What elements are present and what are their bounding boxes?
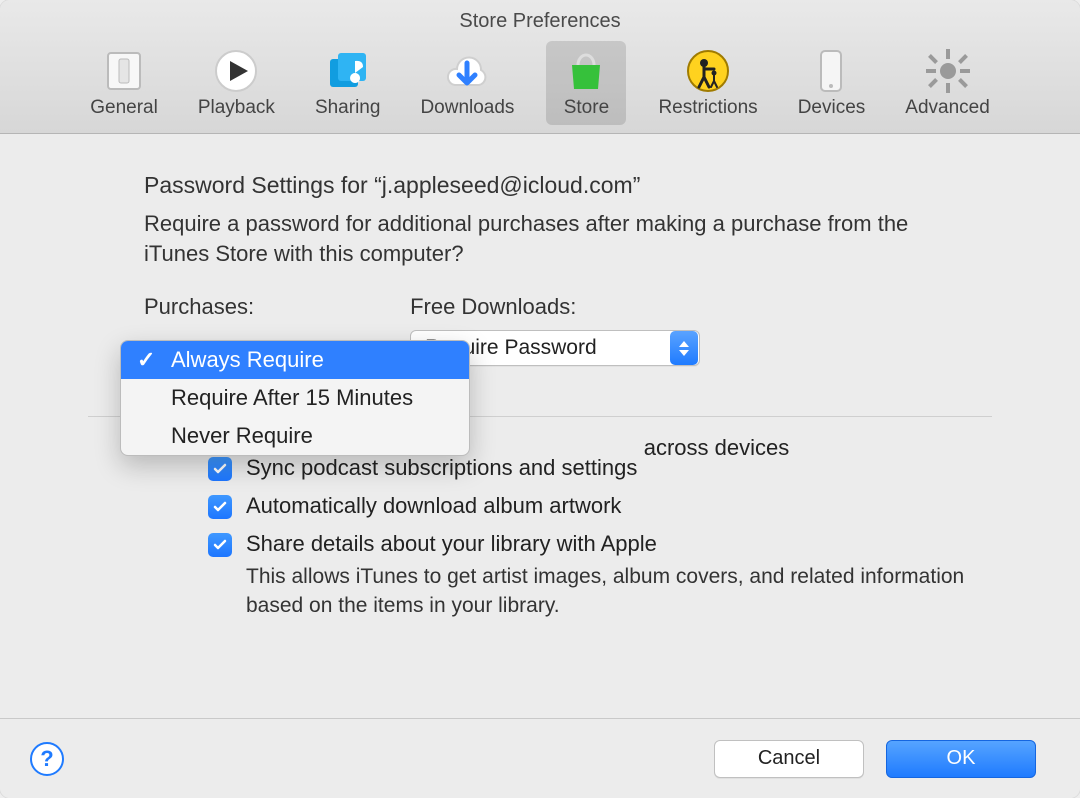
downloads-icon: [441, 45, 493, 97]
preferences-toolbar: General Playback Sharing Downloads: [0, 35, 1080, 133]
store-icon: [560, 45, 612, 97]
checkbox-list: Sync podcast subscriptions and settings …: [208, 455, 1020, 620]
playback-icon: [210, 45, 262, 97]
tab-label: Advanced: [905, 97, 990, 119]
tab-restrictions[interactable]: Restrictions: [650, 41, 765, 125]
cancel-button[interactable]: Cancel: [714, 740, 864, 778]
general-icon: [98, 45, 150, 97]
preferences-window: Store Preferences General Playback Shari…: [0, 0, 1080, 798]
button-label: OK: [947, 747, 976, 770]
free-downloads-label: Free Downloads:: [410, 294, 700, 320]
tab-downloads[interactable]: Downloads: [412, 41, 522, 125]
purchases-option-after-15[interactable]: Require After 15 Minutes: [121, 379, 469, 417]
tab-playback[interactable]: Playback: [190, 41, 283, 125]
tab-sharing[interactable]: Sharing: [307, 41, 389, 125]
purchases-option-always[interactable]: ✓ Always Require: [121, 341, 469, 379]
tab-label: Downloads: [420, 97, 514, 119]
tab-general[interactable]: General: [82, 41, 166, 125]
checkbox-checked-icon: [208, 533, 232, 557]
window-title: Store Preferences: [0, 6, 1080, 35]
check-auto-artwork[interactable]: Automatically download album artwork: [208, 493, 1020, 519]
tab-label: Sharing: [315, 97, 381, 119]
tab-label: Restrictions: [658, 97, 757, 119]
check-share-library[interactable]: Share details about your library with Ap…: [208, 531, 1020, 557]
section-title: Password Settings for “j.appleseed@iclou…: [144, 172, 1020, 199]
tab-label: General: [90, 97, 158, 119]
tab-label: Devices: [798, 97, 866, 119]
help-button[interactable]: ?: [30, 742, 64, 776]
section-description: Require a password for additional purcha…: [144, 209, 964, 268]
ok-button[interactable]: OK: [886, 740, 1036, 778]
restrictions-icon: [682, 45, 734, 97]
option-label: Require After 15 Minutes: [171, 385, 413, 411]
tab-devices[interactable]: Devices: [790, 41, 874, 125]
advanced-icon: [922, 45, 974, 97]
check-label: Automatically download album artwork: [246, 493, 621, 519]
footer: ? Cancel OK: [0, 718, 1080, 798]
tab-store[interactable]: Store: [546, 41, 626, 125]
tab-advanced[interactable]: Advanced: [897, 41, 998, 125]
checkbox-checked-icon: [208, 495, 232, 519]
check-share-library-sub: This allows iTunes to get artist images,…: [246, 563, 966, 620]
select-stepper-icon: [670, 331, 698, 365]
button-label: Cancel: [758, 747, 820, 770]
check-label: Share details about your library with Ap…: [246, 531, 657, 557]
sharing-icon: [322, 45, 374, 97]
check-label: Sync podcast subscriptions and settings: [246, 455, 637, 481]
purchases-dropdown-menu: ✓ Always Require Require After 15 Minute…: [120, 340, 470, 456]
titlebar: Store Preferences General Playback Shari…: [0, 0, 1080, 134]
option-label: Always Require: [171, 347, 324, 373]
help-icon: ?: [40, 746, 53, 772]
tab-label: Store: [564, 97, 609, 119]
devices-icon: [805, 45, 857, 97]
purchases-option-never[interactable]: Never Require: [121, 417, 469, 455]
check-sync-podcasts[interactable]: Sync podcast subscriptions and settings: [208, 455, 1020, 481]
checkmark-icon: ✓: [137, 347, 155, 373]
purchases-label: Purchases:: [144, 294, 254, 320]
option-label: Never Require: [171, 423, 313, 449]
tab-label: Playback: [198, 97, 275, 119]
checkbox-checked-icon: [208, 457, 232, 481]
